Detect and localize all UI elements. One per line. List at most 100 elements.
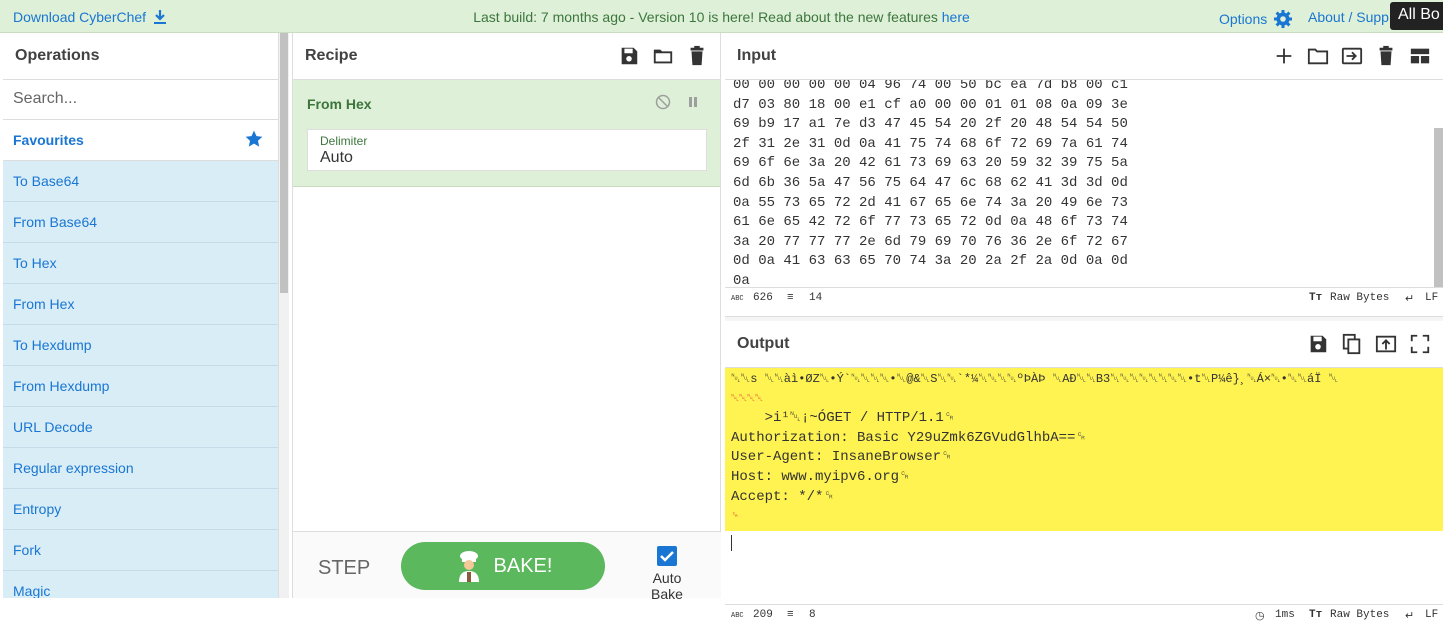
operation-item[interactable]: URL Decode [3,407,278,448]
input-title: Input [737,47,777,64]
input-header: Input [725,33,1443,80]
text-encoding-icon[interactable]: Tт [1309,292,1322,304]
operations-scrollbar[interactable] [279,33,289,598]
clear-recipe-icon[interactable] [686,45,708,67]
delimiter-label: Delimiter [320,134,368,148]
open-folder-icon[interactable] [1341,45,1363,67]
copy-output-icon[interactable] [1341,333,1363,355]
input-encoding[interactable]: Raw Bytes [1330,292,1389,304]
abc-icon: ABC [731,612,744,620]
recipe-header: Recipe [293,33,720,80]
text-encoding-icon[interactable]: Tт [1309,609,1322,621]
lines-icon: ≡ [787,609,794,621]
input-textarea[interactable]: 00 00 00 00 00 04 96 74 00 50 bc ea 7d b… [725,76,1443,287]
bake-controls: STEP BAKE! Auto Bake [293,531,721,602]
output-panel: Output ␀␀s ␀␀àì•ØZ␀•Ý`␀␀␀␀•␀@&␀S␀␀`*¼␀␀␀… [725,321,1443,626]
operations-title: Operations [3,33,278,80]
output-header: Output [725,321,1443,368]
recipe-operation-from-hex[interactable]: From Hex Delimiter Auto [293,80,720,187]
delimiter-value: Auto [320,149,353,166]
operation-item[interactable]: To Hexdump [3,325,278,366]
input-line: d7 03 80 18 00 e1 cf a0 00 00 01 01 08 0… [733,96,1128,113]
eol-icon: ↵ [1405,611,1415,623]
disable-icon[interactable] [655,94,671,110]
load-recipe-icon[interactable] [652,45,674,67]
clear-input-icon[interactable] [1375,45,1397,67]
operations-panel: Operations Search... Favourites To Base6… [3,33,279,598]
input-line: 0a [733,272,750,287]
operation-item[interactable]: Fork [3,530,278,571]
save-recipe-icon[interactable] [618,45,640,67]
operation-item[interactable]: From Base64 [3,202,278,243]
output-encoding[interactable]: Raw Bytes [1330,609,1389,621]
output-length: 209 [753,609,773,621]
layout-icon[interactable] [1409,45,1431,67]
output-eol[interactable]: LF [1425,609,1438,621]
replace-input-icon[interactable] [1375,333,1397,355]
recipe-title: Recipe [305,47,358,64]
input-line: 0d 0a 41 63 63 65 70 74 3a 20 2a 2f 2a 0… [733,253,1128,270]
maximize-icon[interactable] [1409,333,1431,355]
announcement-link[interactable]: here [942,9,970,25]
input-line: 69 6f 6e 3a 20 42 61 73 69 63 20 59 32 3… [733,155,1128,172]
output-line: >i¹␀¡~ÓGET / HTTP/1.1␍ [731,410,956,427]
output-line: User-Agent: InsaneBrowser␍ [731,449,953,466]
favourites-label: Favourites [13,132,84,148]
options-button[interactable]: Options [1219,9,1293,29]
save-output-icon[interactable] [1307,333,1329,355]
options-label: Options [1219,11,1268,27]
output-textarea[interactable]: ␀␀s ␀␀àì•ØZ␀•Ý`␀␀␀␀•␀@&␀S␀␀`*¼␀␀␀␀ºÞÀÞ ␀… [725,368,1443,604]
output-line: Accept: */*␍ [731,488,835,505]
scrollbar-thumb[interactable] [280,33,288,293]
recipe-panel: Recipe From Hex Delimiter Auto STEP BAKE… [292,33,721,602]
operations-search-input[interactable]: Search... [3,80,278,120]
input-line: 6d 6b 36 5a 47 56 75 64 47 6c 68 62 41 3… [733,174,1128,191]
input-line-count: 14 [809,292,823,304]
pause-icon[interactable] [685,94,701,110]
output-binary-line: ␀␀␀␀ [731,393,763,405]
announcement-text: Version 10 is here! Read about the new f… [638,9,942,25]
output-title: Output [737,335,790,352]
input-scrollbar[interactable] [1434,128,1443,293]
abc-icon: ABC [731,295,744,303]
input-line: 0a 55 73 65 72 2d 41 67 65 6e 74 3a 20 4… [733,194,1128,211]
operation-item[interactable]: From Hexdump [3,366,278,407]
step-button[interactable]: STEP [318,557,370,580]
bake-time: 1ms [1275,609,1295,621]
input-eol[interactable]: LF [1425,292,1438,304]
operation-item[interactable]: To Hex [3,243,278,284]
output-highlight: ␀␀s ␀␀àì•ØZ␀•Ý`␀␀␀␀•␀@&␀S␀␀`*¼␀␀␀␀ºÞÀÞ ␀… [725,368,1443,531]
delimiter-select[interactable]: Delimiter Auto [307,129,707,171]
text-cursor [731,534,732,551]
output-line: Authorization: Basic Y29uZmk6ZGVudGlhbA=… [731,429,1087,446]
input-line: 61 6e 65 42 72 6f 77 73 65 72 0d 0a 48 6… [733,214,1128,231]
auto-bake-checkbox[interactable] [657,546,677,566]
gear-icon [1273,9,1293,29]
input-line: 3a 20 77 77 77 2e 6d 79 69 70 76 36 2e 6… [733,233,1128,250]
input-length: 626 [753,292,773,304]
top-banner: Download CyberChef Last build: 7 months … [0,0,1443,33]
operation-item[interactable]: Regular expression [3,448,278,489]
build-info: Last build: 7 months ago - [473,9,639,25]
favourites-category[interactable]: Favourites [3,120,278,161]
bake-label: BAKE! [493,554,553,577]
operation-item[interactable]: Magic [3,571,278,598]
tooltip: All Bo [1390,2,1443,30]
output-line: Host: www.myipv6.org␍ [731,468,911,485]
auto-bake-toggle[interactable]: Auto Bake [635,546,699,602]
clock-icon: ◷ [1255,611,1265,623]
star-icon[interactable] [244,129,264,149]
input-line: 2f 31 2e 31 0d 0a 41 75 74 68 6f 72 69 7… [733,135,1128,152]
add-tab-icon[interactable] [1273,45,1295,67]
output-status-bar: ABC 209 ≡ 8 ◷ 1ms Tт Raw Bytes ↵ LF [725,604,1443,626]
operation-item[interactable]: Entropy [3,489,278,530]
bake-button[interactable]: BAKE! [401,542,605,590]
operation-name: From Hex [307,96,372,112]
input-status-bar: ABC 626 ≡ 14 Tт Raw Bytes ↵ LF [725,287,1443,309]
operation-item[interactable]: To Base64 [3,161,278,202]
output-line: ␍ [731,511,739,523]
chef-icon [454,550,484,582]
operation-item[interactable]: From Hex [3,284,278,325]
open-file-icon[interactable] [1307,45,1329,67]
about-support-link[interactable]: About / Supp [1308,9,1389,25]
